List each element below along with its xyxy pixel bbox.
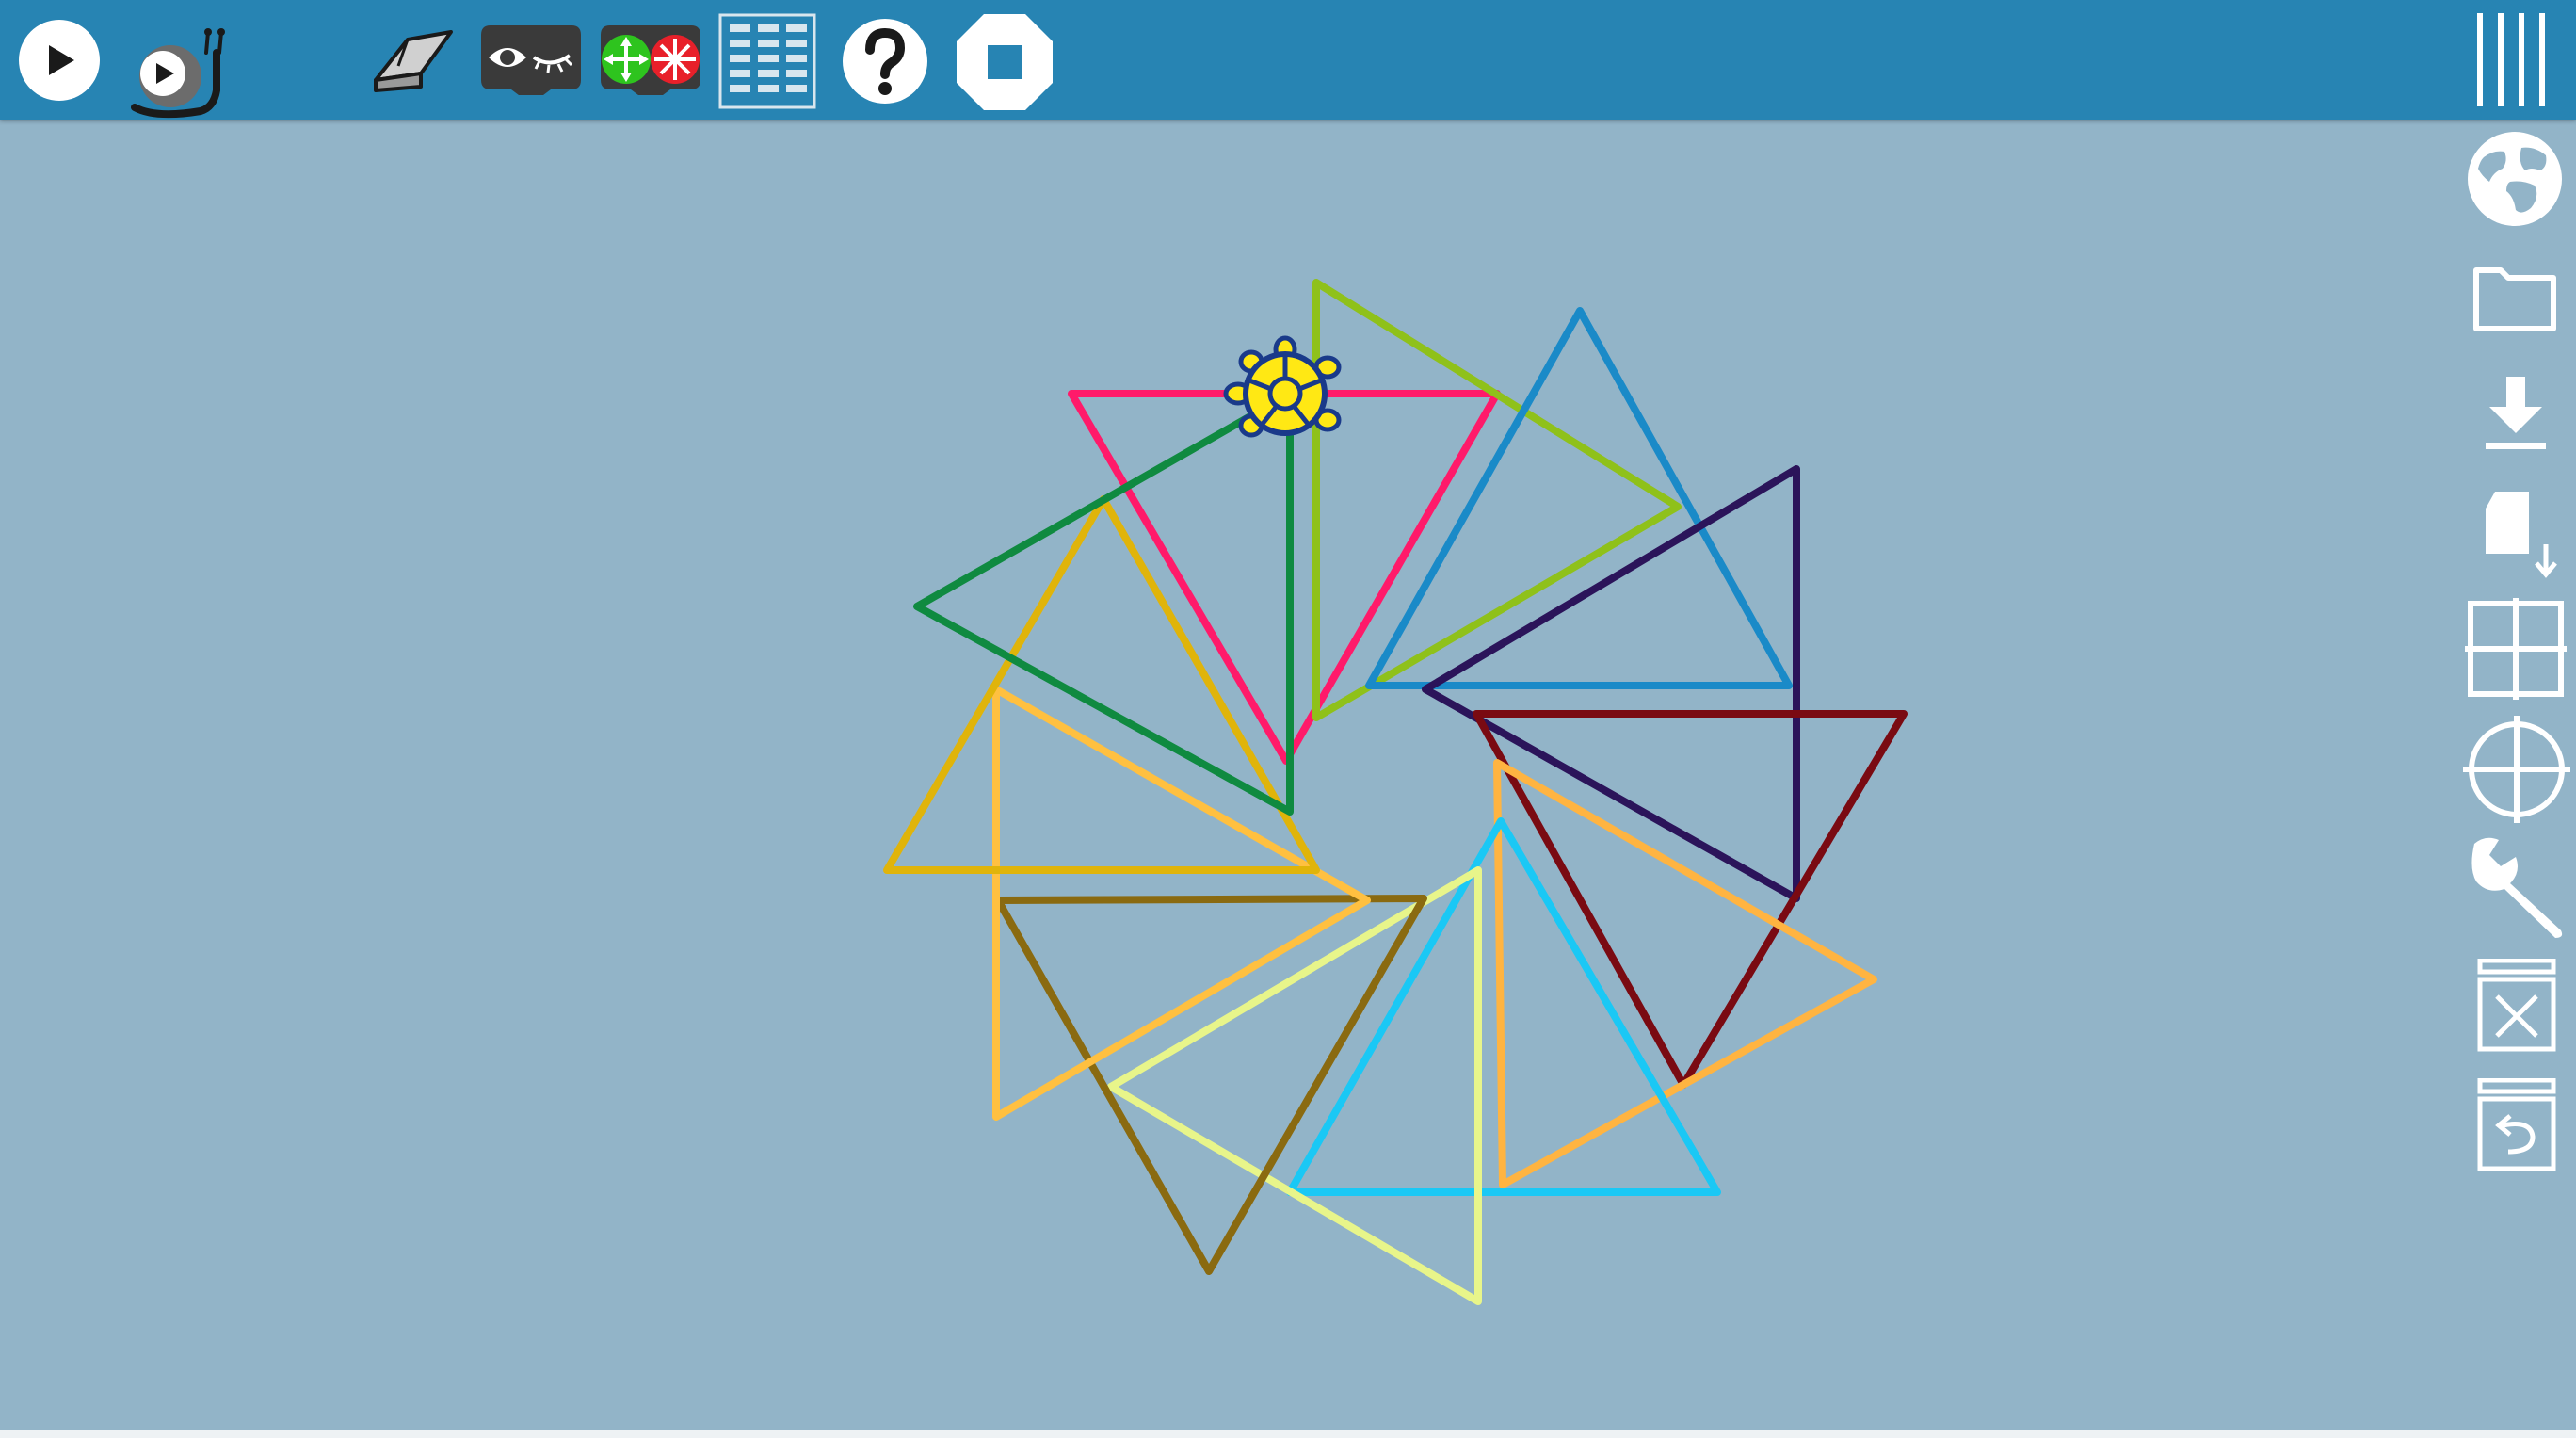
- run-button[interactable]: [16, 19, 103, 102]
- palette-grid-button[interactable]: [718, 13, 816, 109]
- turtle-canvas[interactable]: [0, 120, 2576, 1430]
- palette-grid-icon: [718, 13, 816, 109]
- open-folder-icon: [2473, 267, 2556, 331]
- sidebar-save-button[interactable]: [2482, 375, 2550, 452]
- menu-button[interactable]: [2472, 11, 2553, 108]
- sidebar-globe-button[interactable]: [2465, 129, 2565, 229]
- drawn-triangle: [1365, 307, 1793, 689]
- restore-trash-icon: [2477, 1078, 2556, 1171]
- sidebar-center-button[interactable]: [2461, 714, 2572, 825]
- bottom-strip: [0, 1430, 2576, 1438]
- sidebar-restore-trash-button[interactable]: [2474, 1078, 2559, 1172]
- drawn-triangle: [1107, 866, 1482, 1305]
- turtle-icon: [1223, 335, 1342, 438]
- crosshair-icon: [2463, 716, 2570, 823]
- sidebar-load-plugin-button[interactable]: [2482, 490, 2559, 579]
- sidebar-grid-button[interactable]: [2463, 596, 2568, 702]
- sidebar-settings-button[interactable]: [2461, 831, 2574, 944]
- help-icon: [843, 19, 927, 104]
- run-slowly-button[interactable]: [127, 24, 226, 119]
- settings-wrench-icon: [2471, 837, 2563, 938]
- stop-button[interactable]: [955, 12, 1055, 112]
- run-icon: [19, 20, 100, 101]
- load-plugin-icon: [2486, 492, 2557, 578]
- run-slowly-icon: [131, 28, 225, 119]
- sidebar-empty-trash-button[interactable]: [2474, 959, 2559, 1053]
- hide-blocks-icon: [481, 25, 581, 95]
- empty-trash-icon: [2477, 959, 2556, 1052]
- drawn-triangle: [883, 495, 1320, 874]
- top-toolbar: [0, 0, 2576, 120]
- drawn-triangle: [994, 895, 1427, 1275]
- save-download-icon: [2486, 377, 2546, 449]
- help-button[interactable]: [842, 18, 928, 105]
- sidebar-open-button[interactable]: [2472, 259, 2557, 334]
- globe-icon: [2468, 132, 2562, 226]
- grid-icon: [2465, 598, 2567, 700]
- drawn-triangle: [1312, 279, 1682, 721]
- drawn-triangle: [1493, 759, 1877, 1188]
- stop-icon: [957, 14, 1053, 110]
- expand-collapse-icon: [601, 25, 700, 95]
- hide-blocks-button[interactable]: [475, 22, 587, 95]
- menu-icon: [2477, 13, 2545, 106]
- drawing-svg: [883, 279, 1908, 1305]
- clear-button[interactable]: [370, 28, 459, 94]
- eraser-icon: [374, 30, 453, 92]
- drawn-triangle: [1473, 710, 1908, 1089]
- expand-collapse-button[interactable]: [595, 22, 706, 95]
